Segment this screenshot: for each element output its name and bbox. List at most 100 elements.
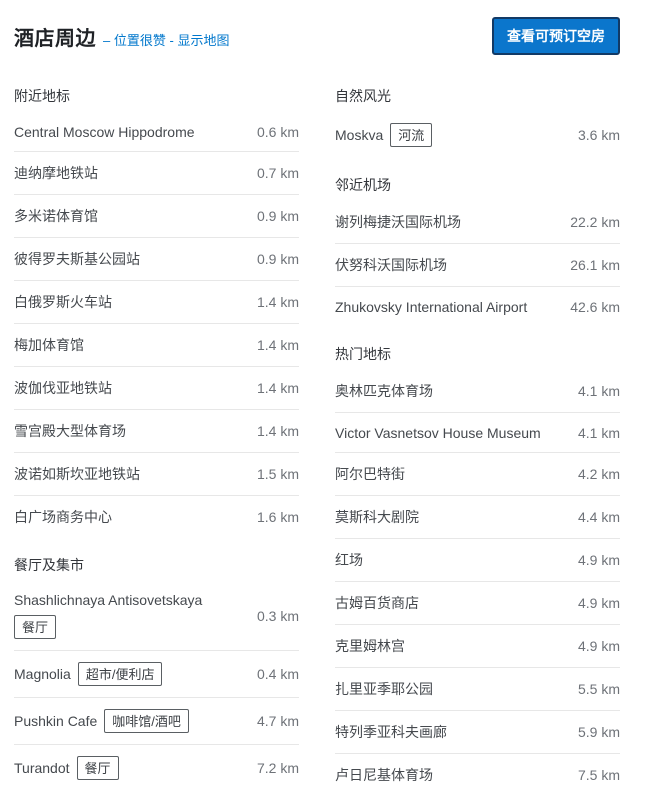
poi-list: Shashlichnaya Antisovetskaya 餐厅 0.3 km Magn… (14, 581, 299, 791)
poi-distance: 0.9 km (247, 208, 299, 224)
poi-row: 卢日尼基体育场 7.5 km (335, 754, 620, 796)
poi-name: 莫斯科大剧院 (335, 507, 419, 527)
poi-name: 谢列梅捷沃国际机场 (335, 212, 461, 232)
poi-name-wrap: 阿尔巴特街 (335, 464, 405, 484)
poi-name-wrap: 梅加体育馆 (14, 335, 84, 355)
poi-distance: 4.4 km (568, 509, 620, 525)
poi-distance: 1.4 km (247, 423, 299, 439)
poi-row: 奥林匹克体育场4.1 km (335, 370, 620, 413)
poi-row: 特列季亚科夫画廊 5.9 km (335, 711, 620, 754)
poi-distance: 4.9 km (568, 638, 620, 654)
poi-row: 伏努科沃国际机场 26.1 km (335, 244, 620, 287)
poi-name: 奥林匹克体育场 (335, 381, 433, 401)
poi-name: 卢日尼基体育场 (335, 765, 433, 785)
poi-distance: 5.9 km (568, 724, 620, 740)
poi-name-wrap: Pushkin Cafe咖啡馆/酒吧 (14, 709, 189, 733)
poi-name-wrap: 伏努科沃国际机场 (335, 255, 447, 275)
poi-distance: 1.4 km (247, 294, 299, 310)
header-subtitle: – 位置很赞 - 显示地图 (103, 30, 229, 49)
poi-row: 阿尔巴特街 4.2 km (335, 453, 620, 496)
poi-row: 莫斯科大剧院 4.4 km (335, 496, 620, 539)
poi-row: 彼得罗夫斯基公园站 0.9 km (14, 238, 299, 281)
poi-distance: 5.5 km (568, 681, 620, 697)
location-rating-link[interactable]: 位置很赞 (114, 33, 166, 48)
poi-name-wrap: 多米诺体育馆 (14, 206, 98, 226)
poi-name: 白俄罗斯火车站 (14, 292, 112, 312)
check-availability-button[interactable]: 查看可预订空房 (492, 17, 620, 55)
poi-name-wrap: 雪宫殿大型体育场 (14, 421, 126, 441)
poi-name: Pushkin Cafe (14, 713, 97, 729)
poi-row: Central Moscow Hippodrome 0.6 km (14, 112, 299, 152)
poi-name-wrap: Turandot 餐厅 (14, 756, 119, 780)
poi-row: 古姆百货商店4.9 km (335, 582, 620, 625)
poi-distance: 1.5 km (247, 466, 299, 482)
section-title: 热门地标 (335, 327, 620, 370)
section-title: 自然风光 (335, 69, 620, 112)
poi-row: Turandot餐厅7.2 km (14, 745, 299, 791)
poi-name: 红场 (335, 550, 363, 570)
poi-row: Pushkin Cafe咖啡馆/酒吧4.7 km (14, 698, 299, 745)
poi-name: 波伽伐亚地铁站 (14, 378, 112, 398)
poi-row: Victor Vasnetsov House Museum 4.1 km (335, 413, 620, 453)
section-title: 餐厅及集市 (14, 538, 299, 581)
poi-name-wrap: 红场 (335, 550, 363, 570)
poi-name: 彼得罗夫斯基公园站 (14, 249, 140, 269)
poi-type-badge: 河流 (390, 123, 432, 147)
poi-name-wrap: Zhukovsky International Airport (335, 299, 527, 315)
poi-distance: 1.4 km (247, 380, 299, 396)
poi-columns: 附近地标Central Moscow Hippodrome0.6 km迪纳摩地铁… (14, 69, 620, 796)
poi-name: 特列季亚科夫画廊 (335, 722, 447, 742)
poi-name: 伏努科沃国际机场 (335, 255, 447, 275)
subtitle-dash: – (103, 33, 110, 48)
poi-name-wrap: 克里姆林宫 (335, 636, 405, 656)
poi-name-wrap: 特列季亚科夫画廊 (335, 722, 447, 742)
poi-name: Magnolia (14, 666, 71, 682)
poi-name: Zhukovsky International Airport (335, 299, 527, 315)
poi-type-badge: 超市/便利店 (78, 662, 163, 686)
poi-name: 扎里亚季耶公园 (335, 679, 433, 699)
poi-name-wrap: 古姆百货商店 (335, 593, 419, 613)
section-title: 邻近机场 (335, 158, 620, 201)
poi-name: 克里姆林宫 (335, 636, 405, 656)
poi-name: Turandot (14, 760, 70, 776)
poi-name: 波诺如斯坎亚地铁站 (14, 464, 140, 484)
poi-name: 梅加体育馆 (14, 335, 84, 355)
poi-distance: 4.2 km (568, 466, 620, 482)
poi-distance: 0.7 km (247, 165, 299, 181)
poi-distance: 26.1 km (560, 257, 620, 273)
poi-name-wrap: 扎里亚季耶公园 (335, 679, 433, 699)
poi-name: 古姆百货商店 (335, 593, 419, 613)
poi-distance: 22.2 km (560, 214, 620, 230)
poi-row: 雪宫殿大型体育场 1.4 km (14, 410, 299, 453)
poi-distance: 0.3 km (247, 608, 299, 624)
poi-name-wrap: 卢日尼基体育场 (335, 765, 433, 785)
poi-name-wrap: Moskva 河流 (335, 123, 432, 147)
poi-row: Moskva河流3.6 km (335, 112, 620, 158)
poi-distance: 0.6 km (247, 124, 299, 140)
poi-type-badge: 餐厅 (14, 615, 56, 639)
subtitle-separator: - (170, 33, 174, 48)
poi-distance: 4.1 km (568, 425, 620, 441)
poi-distance: 0.9 km (247, 251, 299, 267)
poi-name: Moskva (335, 127, 383, 143)
poi-distance: 1.6 km (247, 509, 299, 525)
poi-name-wrap: 白广场商务中心 (14, 507, 112, 527)
poi-name-wrap: 白俄罗斯火车站 (14, 292, 112, 312)
poi-row: Shashlichnaya Antisovetskaya 餐厅 0.3 km (14, 581, 299, 651)
poi-list: Moskva河流3.6 km (335, 112, 620, 158)
poi-name: Victor Vasnetsov House Museum (335, 425, 541, 441)
page-title: 酒店周边 (14, 22, 96, 51)
poi-list: 谢列梅捷沃国际机场 22.2 km 伏努科沃国际机场 26.1 km Zhukovsky… (335, 201, 620, 327)
poi-type-badge: 餐厅 (77, 756, 119, 780)
poi-name: Shashlichnaya Antisovetskaya (14, 592, 202, 608)
show-map-link[interactable]: 显示地图 (177, 33, 229, 48)
poi-row: 波诺如斯坎亚地铁站 1.5 km (14, 453, 299, 496)
panel-header: 酒店周边 – 位置很赞 - 显示地图 查看可预订空房 (14, 12, 620, 69)
poi-name: Central Moscow Hippodrome (14, 124, 195, 140)
poi-row: Zhukovsky International Airport42.6 km (335, 287, 620, 327)
poi-row: Magnolia超市/便利店0.4 km (14, 651, 299, 698)
poi-name-wrap: Central Moscow Hippodrome (14, 124, 195, 140)
poi-row: 迪纳摩地铁站0.7 km (14, 152, 299, 195)
poi-row: 波伽伐亚地铁站 1.4 km (14, 367, 299, 410)
poi-distance: 7.5 km (568, 767, 620, 783)
